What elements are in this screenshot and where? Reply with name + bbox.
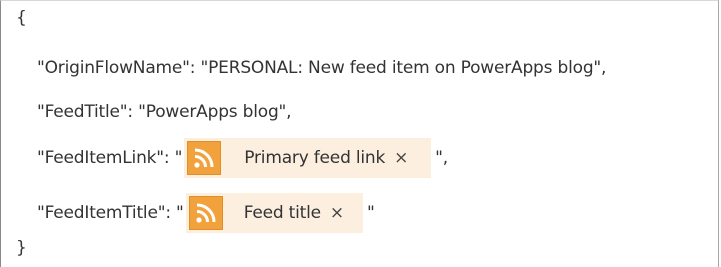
token-label: Feed title	[243, 203, 321, 223]
origin-flow-name-text: "OriginFlowName": "PERSONAL: New feed it…	[37, 58, 607, 78]
remove-token-button[interactable]: ×	[330, 203, 344, 223]
rss-icon	[187, 141, 222, 175]
rss-icon	[188, 196, 223, 230]
feed-item-title-key: "FeedItemTitle": "	[37, 203, 184, 223]
token-label: Primary feed link	[244, 148, 386, 168]
feed-item-title-line: "FeedItemTitle": " Feed title × "	[37, 193, 375, 233]
feed-item-link-line: "FeedItemLink": " Primary feed link × ",	[37, 138, 448, 178]
feed-title-text: "FeedTitle": "PowerApps blog",	[37, 102, 292, 122]
close-brace-line: }	[16, 232, 27, 264]
dynamic-content-token-primary-feed-link[interactable]: Primary feed link ×	[184, 138, 432, 178]
origin-flow-name-line: "OriginFlowName": "PERSONAL: New feed it…	[37, 52, 606, 84]
feed-item-link-key: "FeedItemLink": "	[37, 148, 183, 168]
remove-token-button[interactable]: ×	[394, 148, 408, 168]
feed-item-title-suffix: "	[366, 203, 375, 223]
dynamic-content-token-feed-title[interactable]: Feed title ×	[185, 193, 363, 233]
feed-title-line: "FeedTitle": "PowerApps blog",	[37, 96, 292, 128]
open-brace-line: {	[16, 2, 27, 34]
close-brace: }	[16, 238, 27, 258]
feed-item-link-suffix: ",	[435, 148, 448, 168]
open-brace: {	[16, 8, 27, 28]
json-body-editor[interactable]: { "OriginFlowName": "PERSONAL: New feed …	[0, 0, 719, 267]
